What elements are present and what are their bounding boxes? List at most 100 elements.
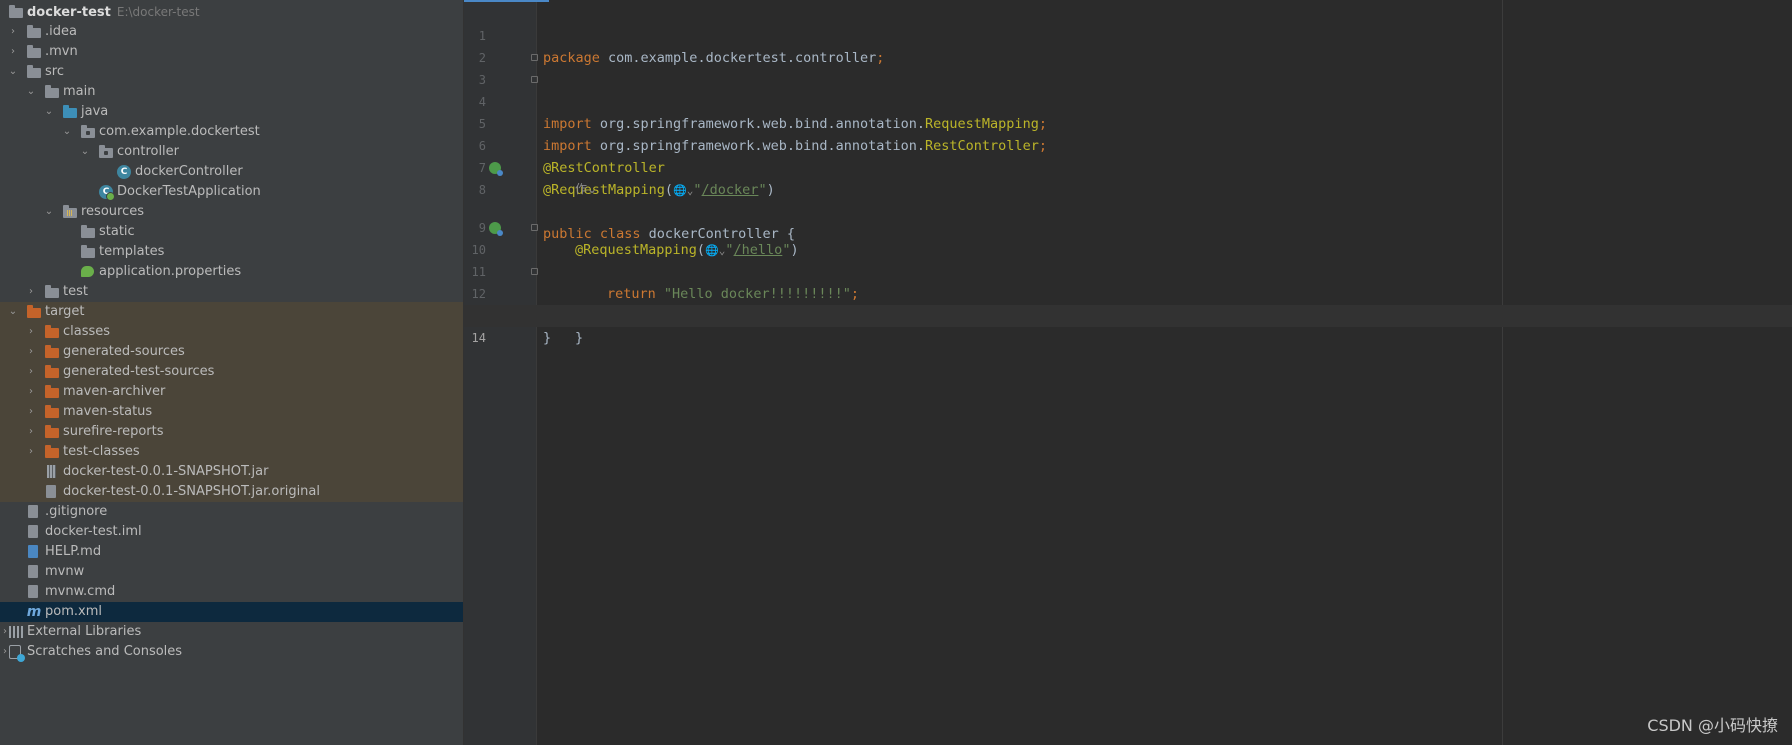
tree-item-label: maven-status — [63, 404, 153, 419]
tree-item[interactable]: ⌄ main — [0, 82, 463, 102]
tree-item[interactable]: › test — [0, 282, 463, 302]
fold-marker-icon[interactable] — [531, 76, 538, 83]
excluded-folder-icon — [44, 342, 60, 362]
code-line-12[interactable]: 12 } — [464, 261, 1792, 346]
tree-item-label: static — [99, 224, 135, 239]
tree-item-label: com.example.dockertest — [99, 124, 260, 139]
chevron-right-icon[interactable]: › — [6, 22, 20, 42]
chevron-down-icon[interactable]: ⌄ — [42, 102, 56, 122]
package-icon — [98, 142, 114, 162]
tree-item[interactable]: › generated-test-sources — [0, 362, 463, 382]
fold-marker-icon[interactable] — [531, 268, 538, 275]
tree-item[interactable]: › generated-sources — [0, 342, 463, 362]
chevron-down-icon[interactable]: ⌄ — [6, 302, 20, 322]
chevron-down-icon[interactable]: ⌄ — [42, 202, 56, 222]
chevron-right-icon[interactable]: › — [24, 422, 38, 442]
tree-item[interactable]: › .mvn — [0, 42, 463, 62]
code-line-2[interactable]: 2 — [464, 25, 1792, 65]
tree-item[interactable]: docker-test-0.0.1-SNAPSHOT.jar — [0, 462, 463, 482]
tree-item[interactable]: HELP.md — [0, 542, 463, 562]
code-line-1[interactable]: 1 package com.example.dockertest.control… — [464, 3, 1792, 66]
code-line-5[interactable]: 5 — [464, 91, 1792, 131]
code-line-13[interactable]: 13 } — [464, 283, 1792, 346]
folder-icon — [26, 62, 42, 82]
watermark: CSDN @小码快撩 — [1647, 716, 1778, 735]
tree-item-label: mvnw.cmd — [45, 584, 116, 599]
resources-folder-icon — [62, 202, 78, 222]
tree-item[interactable]: ⌄ java — [0, 102, 463, 122]
line-number: 14 — [471, 331, 486, 345]
spring-endpoint-gutter-icon[interactable] — [489, 222, 503, 236]
editor-tab-indicator — [464, 0, 549, 2]
project-tree[interactable]: docker-test E:\docker-test › .idea › .mvn ⌄ sr… — [0, 0, 464, 745]
tree-item[interactable]: › maven-archiver — [0, 382, 463, 402]
root-name: docker-test — [27, 5, 111, 20]
tree-item[interactable]: › classes — [0, 322, 463, 342]
code-line-8[interactable]: 8 public class dockerController { — [464, 157, 1792, 242]
chevron-right-icon[interactable]: › — [24, 382, 38, 402]
code-line-10[interactable]: 10 public String docker(){ — [464, 217, 1792, 324]
chevron-right-icon[interactable]: › — [24, 342, 38, 362]
file-icon — [26, 562, 42, 582]
tree-item-label: dockerController — [135, 164, 243, 179]
tree-item-label: templates — [99, 244, 165, 259]
tree-item-label: classes — [63, 324, 111, 339]
tree-item[interactable]: › External Libraries — [0, 622, 463, 642]
tree-item[interactable]: ⌄ com.example.dockertest — [0, 122, 463, 142]
fold-marker-icon[interactable] — [531, 54, 538, 61]
tree-item[interactable]: C DockerTestApplication — [0, 182, 463, 202]
tree-item[interactable]: mvnw — [0, 562, 463, 582]
code-editor[interactable]: 1 package com.example.dockertest.control… — [464, 0, 1792, 745]
chevron-right-icon[interactable]: › — [24, 322, 38, 342]
code-line-3[interactable]: 3 import org.springframework.web.bind.an… — [464, 47, 1792, 132]
excluded-folder-icon — [26, 302, 42, 322]
tree-item-label: .idea — [45, 24, 77, 39]
folder-icon — [44, 82, 60, 102]
chevron-down-icon[interactable]: ⌄ — [78, 142, 92, 162]
code-line-7[interactable]: 7 @RequestMapping(🌐⌄"/docker") — [464, 135, 1792, 198]
tree-item[interactable]: docker-test-0.0.1-SNAPSHOT.jar.original — [0, 482, 463, 502]
chevron-right-icon[interactable]: › — [24, 282, 38, 302]
chevron-right-icon[interactable]: › — [24, 402, 38, 422]
tree-item-label: target — [45, 304, 85, 319]
tree-item-label: Scratches and Consoles — [27, 644, 183, 659]
spring-bean-gutter-icon[interactable] — [489, 162, 503, 176]
chevron-right-icon[interactable]: › — [6, 42, 20, 62]
tree-item[interactable]: › test-classes — [0, 442, 463, 462]
tree-item[interactable]: templates — [0, 242, 463, 262]
tree-root[interactable]: docker-test E:\docker-test — [0, 2, 463, 22]
maven-icon: m — [26, 604, 42, 620]
code-line-9[interactable]: 9 @RequestMapping(🌐⌄"/hello") — [464, 195, 1792, 258]
tree-item[interactable]: ⌄ controller — [0, 142, 463, 162]
tree-item[interactable]: › Scratches and Consoles — [0, 642, 463, 662]
folder-icon — [26, 22, 42, 42]
tree-item[interactable]: application.properties — [0, 262, 463, 282]
tree-item[interactable]: › surefire-reports — [0, 422, 463, 442]
chevron-down-icon[interactable]: ⌄ — [60, 122, 74, 142]
folder-icon — [44, 282, 60, 302]
tree-item[interactable]: › .idea — [0, 22, 463, 42]
chevron-down-icon[interactable]: ⌄ — [6, 62, 20, 82]
tree-item[interactable]: CdockerController — [0, 162, 463, 182]
chevron-down-icon[interactable]: ⌄ — [24, 82, 38, 102]
chevron-right-icon[interactable]: › — [24, 442, 38, 462]
code-line-14[interactable]: 14 — [464, 305, 1792, 345]
tree-item[interactable]: › maven-status — [0, 402, 463, 422]
fold-marker-icon[interactable] — [531, 224, 538, 231]
tree-item[interactable]: mvnw.cmd — [0, 582, 463, 602]
tree-item[interactable]: m pom.xml — [0, 602, 463, 622]
tree-item-label: surefire-reports — [63, 424, 164, 439]
code-line-11[interactable]: 11 return "Hello docker!!!!!!!!!"; — [464, 239, 1792, 302]
code-line-6[interactable]: 6 @RestController — [464, 113, 1792, 176]
tree-item[interactable]: docker-test.iml — [0, 522, 463, 542]
code-line-4[interactable]: 4 import org.springframework.web.bind.an… — [464, 69, 1792, 154]
scratches-icon — [8, 642, 25, 662]
tree-item[interactable]: ⌄ src — [0, 62, 463, 82]
tree-item-label: DockerTestApplication — [117, 184, 261, 199]
tree-item[interactable]: static — [0, 222, 463, 242]
tree-item[interactable]: ⌄ resources — [0, 202, 463, 222]
tree-item[interactable]: .gitignore — [0, 502, 463, 522]
tree-item[interactable]: ⌄ target — [0, 302, 463, 322]
chevron-right-icon[interactable]: › — [24, 362, 38, 382]
spring-class-icon: C — [98, 182, 115, 202]
